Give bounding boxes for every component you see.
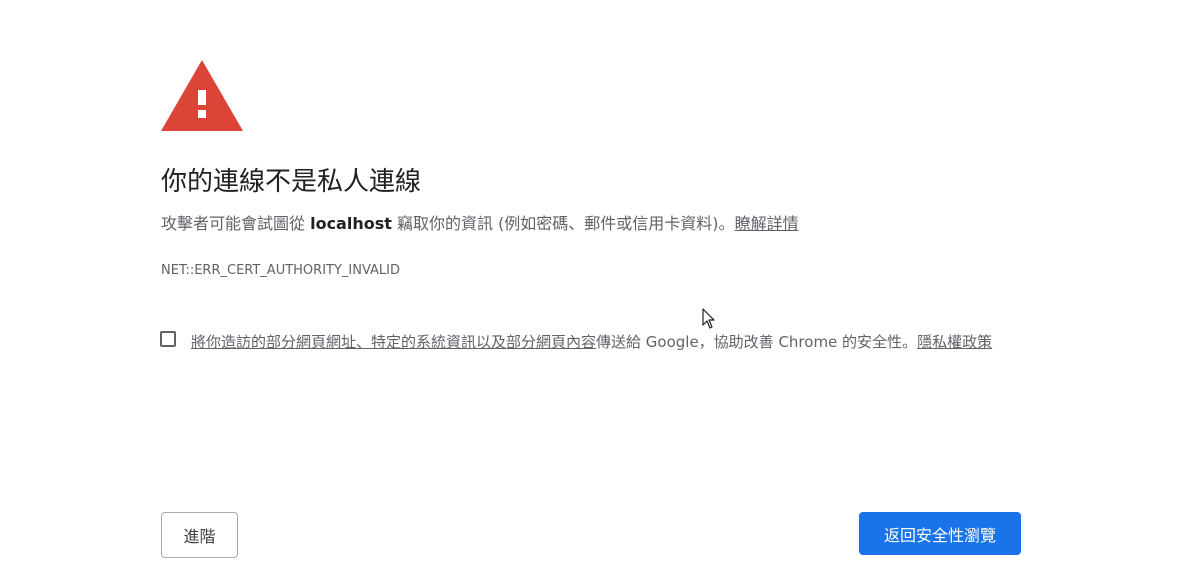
mouse-cursor-icon	[702, 308, 715, 329]
hostname: localhost	[310, 214, 392, 233]
description-suffix: 竊取你的資訊 (例如密碼、郵件或信用卡資料)。	[391, 214, 735, 233]
report-description: 將你造訪的部分網頁網址、特定的系統資訊以及部分網頁內容傳送給 Google，協助…	[191, 328, 1026, 357]
error-code: NET::ERR_CERT_AUTHORITY_INVALID	[161, 263, 401, 278]
report-details-link[interactable]: 將你造訪的部分網頁網址、特定的系統資訊以及部分網頁內容	[191, 333, 596, 351]
advanced-button[interactable]: 進階	[161, 512, 238, 558]
security-description: 攻擊者可能會試圖從 localhost 竊取你的資訊 (例如密碼、郵件或信用卡資…	[161, 212, 799, 236]
privacy-policy-link[interactable]: 隱私權政策	[917, 333, 992, 351]
page-title: 你的連線不是私人連線	[161, 167, 422, 197]
learn-more-link[interactable]: 瞭解詳情	[735, 214, 799, 233]
warning-triangle-icon	[161, 60, 243, 131]
report-middle-text: 傳送給 Google，協助改善 Chrome 的安全性。	[596, 333, 918, 351]
report-checkbox[interactable]	[160, 331, 176, 347]
back-to-safety-button[interactable]: 返回安全性瀏覽	[859, 512, 1021, 555]
description-prefix: 攻擊者可能會試圖從	[161, 214, 311, 233]
